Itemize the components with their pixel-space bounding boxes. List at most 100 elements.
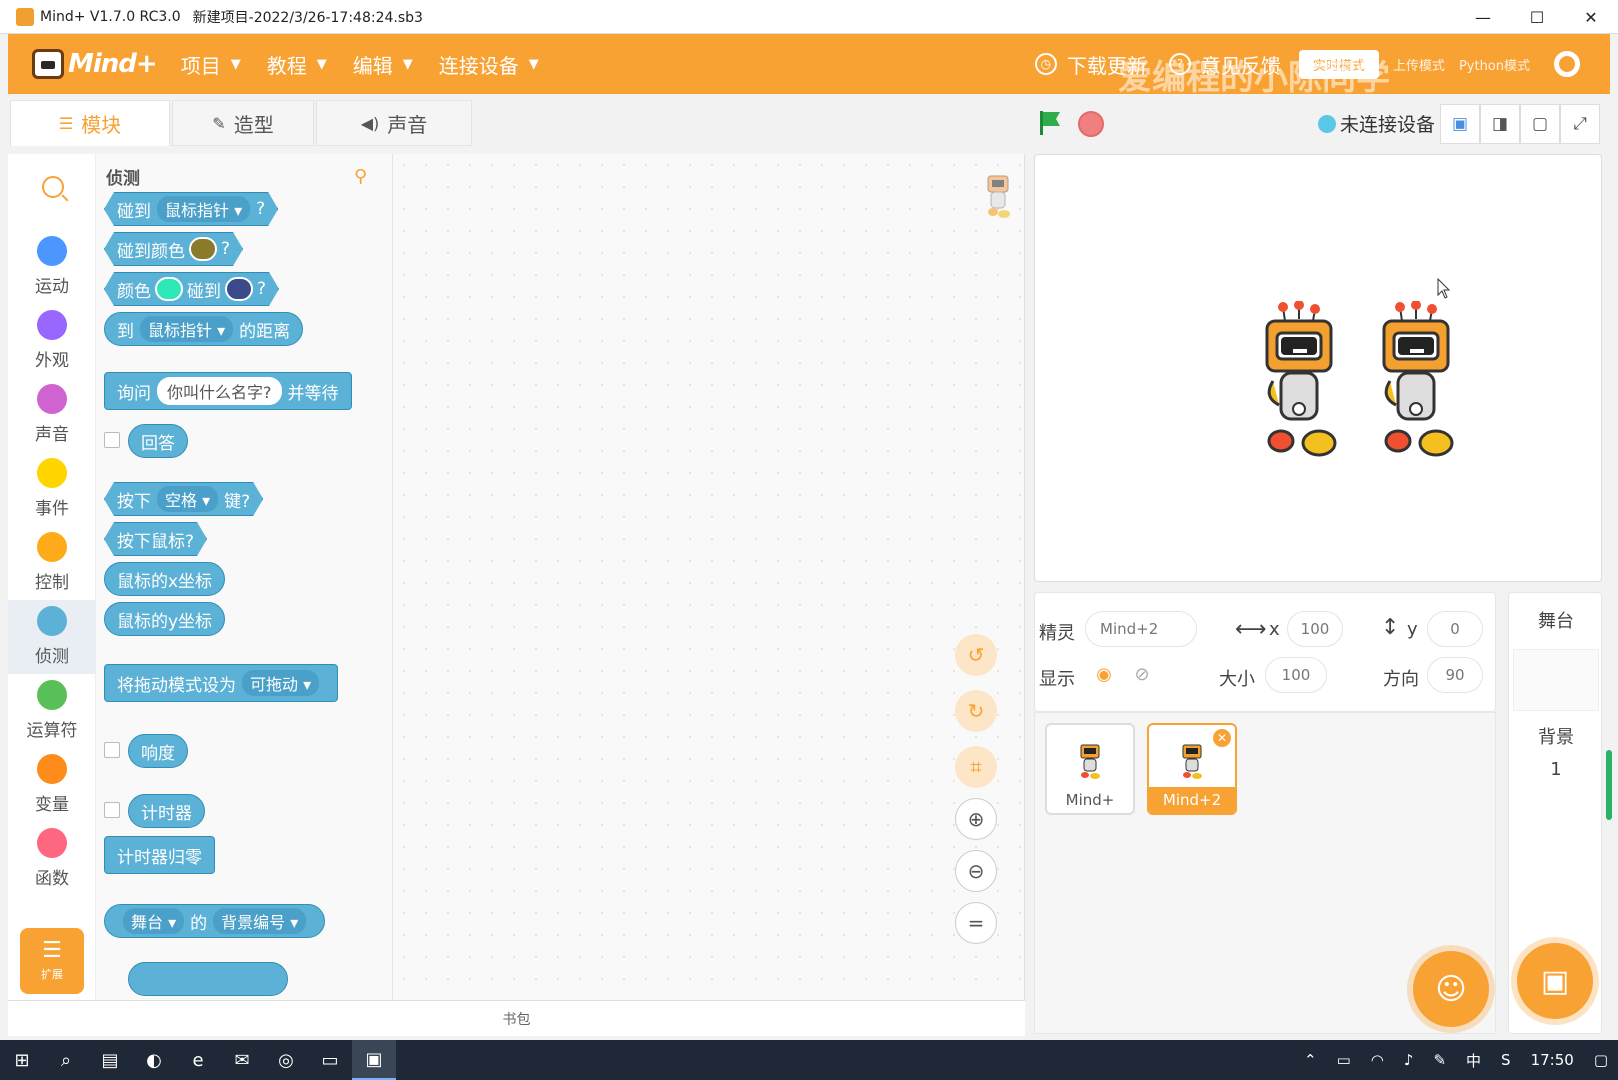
menu-edit[interactable]: 编辑 ▼ [353,50,413,79]
layout-large-stage-icon[interactable]: ◨ [1480,104,1520,144]
menu-tutorial[interactable]: 教程 ▼ [267,50,327,79]
menu-project[interactable]: 项目 ▼ [181,50,241,79]
block-touching[interactable]: 碰到 鼠标指针 ▾? [104,192,278,226]
wifi-icon[interactable]: ◠ [1371,1051,1384,1069]
menu-connect-device[interactable]: 连接设备 ▼ [439,50,539,79]
script-area[interactable]: ↺ ↻ ⌗ ⊕ ⊖ = [393,154,1025,1000]
maximize-button[interactable]: ☐ [1510,0,1564,34]
category-operators[interactable]: 运算符 [8,674,96,748]
layout-hide-stage-icon[interactable]: ▢ [1520,104,1560,144]
search-icon[interactable] [42,176,64,198]
sprite-tile-mind-plus-2[interactable]: ✕ Mind+2 [1147,723,1237,815]
block-color-touching-color[interactable]: 颜色 碰到? [104,272,279,306]
edge-icon[interactable]: e [176,1040,220,1080]
color-swatch[interactable] [155,277,183,301]
category-functions[interactable]: 函数 [8,822,96,896]
tab-blocks[interactable]: ☰ 模块 [10,100,170,146]
browser-icon[interactable]: ◐ [132,1040,176,1080]
feedback-button[interactable]: ? 意见反馈 [1168,50,1281,79]
wechat-icon[interactable]: ✉ [220,1040,264,1080]
tab-costumes[interactable]: ✎ 造型 [172,100,314,146]
block-mouse-y[interactable]: 鼠标的y坐标 [104,602,226,636]
green-flag-icon[interactable] [1038,110,1062,136]
stop-button[interactable] [1078,111,1104,137]
block-ask-and-wait[interactable]: 询问 你叫什么名字? 并等待 [104,372,352,410]
stage-canvas[interactable] [1034,154,1602,582]
stage-dropdown[interactable]: 舞台 ▾ [123,908,185,934]
block-set-drag-mode[interactable]: 将拖动模式设为 可拖动 ▾ [104,664,339,702]
ime-indicator[interactable]: 中 [1466,1050,1481,1071]
property-dropdown[interactable]: 背景编号 ▾ [213,908,307,934]
color-swatch[interactable] [189,237,217,261]
windows-start-icon[interactable]: ⊞ [0,1040,44,1080]
python-mode-button[interactable]: Python模式 [1459,55,1530,74]
tab-sounds[interactable]: ◀) 声音 [316,100,472,146]
key-dropdown[interactable]: 空格 ▾ [157,486,218,512]
layout-small-stage-icon[interactable]: ▣ [1440,104,1480,144]
block-timer[interactable]: 计时器 [128,794,205,828]
block-reset-timer[interactable]: 计时器归零 [104,836,215,874]
y-input[interactable]: 0 [1427,611,1483,647]
fullscreen-icon[interactable]: ⤢ [1560,104,1600,144]
backpack-bar[interactable]: 书包 [8,1000,1025,1036]
category-looks[interactable]: 外观 [8,304,96,378]
sprite-mind-plus-2-robot[interactable] [1376,301,1456,461]
zoom-out-button[interactable]: ⊖ [955,850,997,892]
add-backdrop-button[interactable]: ▣ [1517,943,1593,1019]
answer-checkbox[interactable] [104,432,120,448]
redo-button[interactable]: ↻ [955,690,997,732]
category-events[interactable]: 事件 [8,452,96,526]
loudness-checkbox[interactable] [104,742,120,758]
pen-icon[interactable]: ✎ [1433,1051,1446,1069]
realtime-mode-button[interactable]: 实时模式 [1298,49,1379,79]
upload-mode-button[interactable]: 上传模式 [1393,55,1445,74]
block-distance-to[interactable]: 到鼠标指针 ▾ 的距离 [104,312,304,346]
block-touching-color[interactable]: 碰到颜色? [104,232,243,266]
clean-up-button[interactable]: ⌗ [955,746,997,788]
direction-input[interactable]: 90 [1427,657,1483,693]
drag-mode-dropdown[interactable]: 可拖动 ▾ [242,670,320,696]
stage-selector[interactable]: 舞台 背景 1 ▣ [1508,592,1602,1034]
timer-checkbox[interactable] [104,802,120,818]
block-loudness[interactable]: 响度 [128,734,188,768]
input-method-icon[interactable]: S [1501,1051,1511,1069]
category-control[interactable]: 控制 [8,526,96,600]
ask-question-input[interactable]: 你叫什么名字? [157,377,282,405]
extensions-button[interactable]: ☰ 扩展 [20,928,84,994]
add-sprite-button[interactable]: ☺ [1413,951,1489,1027]
delete-sprite-icon[interactable]: ✕ [1213,729,1231,747]
chrome-icon[interactable]: ◎ [264,1040,308,1080]
search-icon[interactable]: ⌕ [44,1040,88,1080]
show-eye-icon[interactable]: ◉ [1089,659,1119,689]
block-mouse-x[interactable]: 鼠标的x坐标 [104,562,226,596]
hide-eye-icon[interactable]: ⊘ [1127,659,1157,689]
block-partial[interactable] [128,962,288,996]
block-answer[interactable]: 回答 [128,424,188,458]
category-sound[interactable]: 声音 [8,378,96,452]
category-variables[interactable]: 变量 [8,748,96,822]
sprite-tile-mind-plus[interactable]: Mind+ [1045,723,1135,815]
sprite-name-input[interactable]: Mind+2 [1085,611,1197,647]
distance-target-dropdown[interactable]: 鼠标指针 ▾ [140,316,234,342]
block-key-pressed[interactable]: 按下 空格 ▾ 键? [104,482,263,516]
minimize-button[interactable]: — [1456,0,1510,34]
pin-icon[interactable]: ⚲ [354,166,367,187]
undo-button[interactable]: ↺ [955,634,997,676]
sprite-mind-plus-robot[interactable] [1259,301,1339,461]
scrollbar[interactable] [1606,750,1612,820]
chevron-up-icon[interactable]: ⌃ [1304,1051,1317,1069]
file-explorer-icon[interactable]: ▭ [308,1040,352,1080]
task-view-icon[interactable]: ▤ [88,1040,132,1080]
gear-icon[interactable] [1554,51,1580,77]
zoom-in-button[interactable]: ⊕ [955,798,997,840]
category-motion[interactable]: 运动 [8,230,96,304]
zoom-reset-button[interactable]: = [955,902,997,944]
volume-icon[interactable]: ♪ [1404,1051,1414,1069]
device-status[interactable]: 未连接设备 [1318,110,1435,137]
battery-icon[interactable]: ▭ [1337,1051,1351,1069]
x-input[interactable]: 100 [1287,611,1343,647]
size-input[interactable]: 100 [1265,657,1327,693]
clock[interactable]: 17:50 [1531,1051,1574,1069]
block-mouse-down[interactable]: 按下鼠标? [104,522,207,556]
touching-target-dropdown[interactable]: 鼠标指针 ▾ [157,196,250,222]
